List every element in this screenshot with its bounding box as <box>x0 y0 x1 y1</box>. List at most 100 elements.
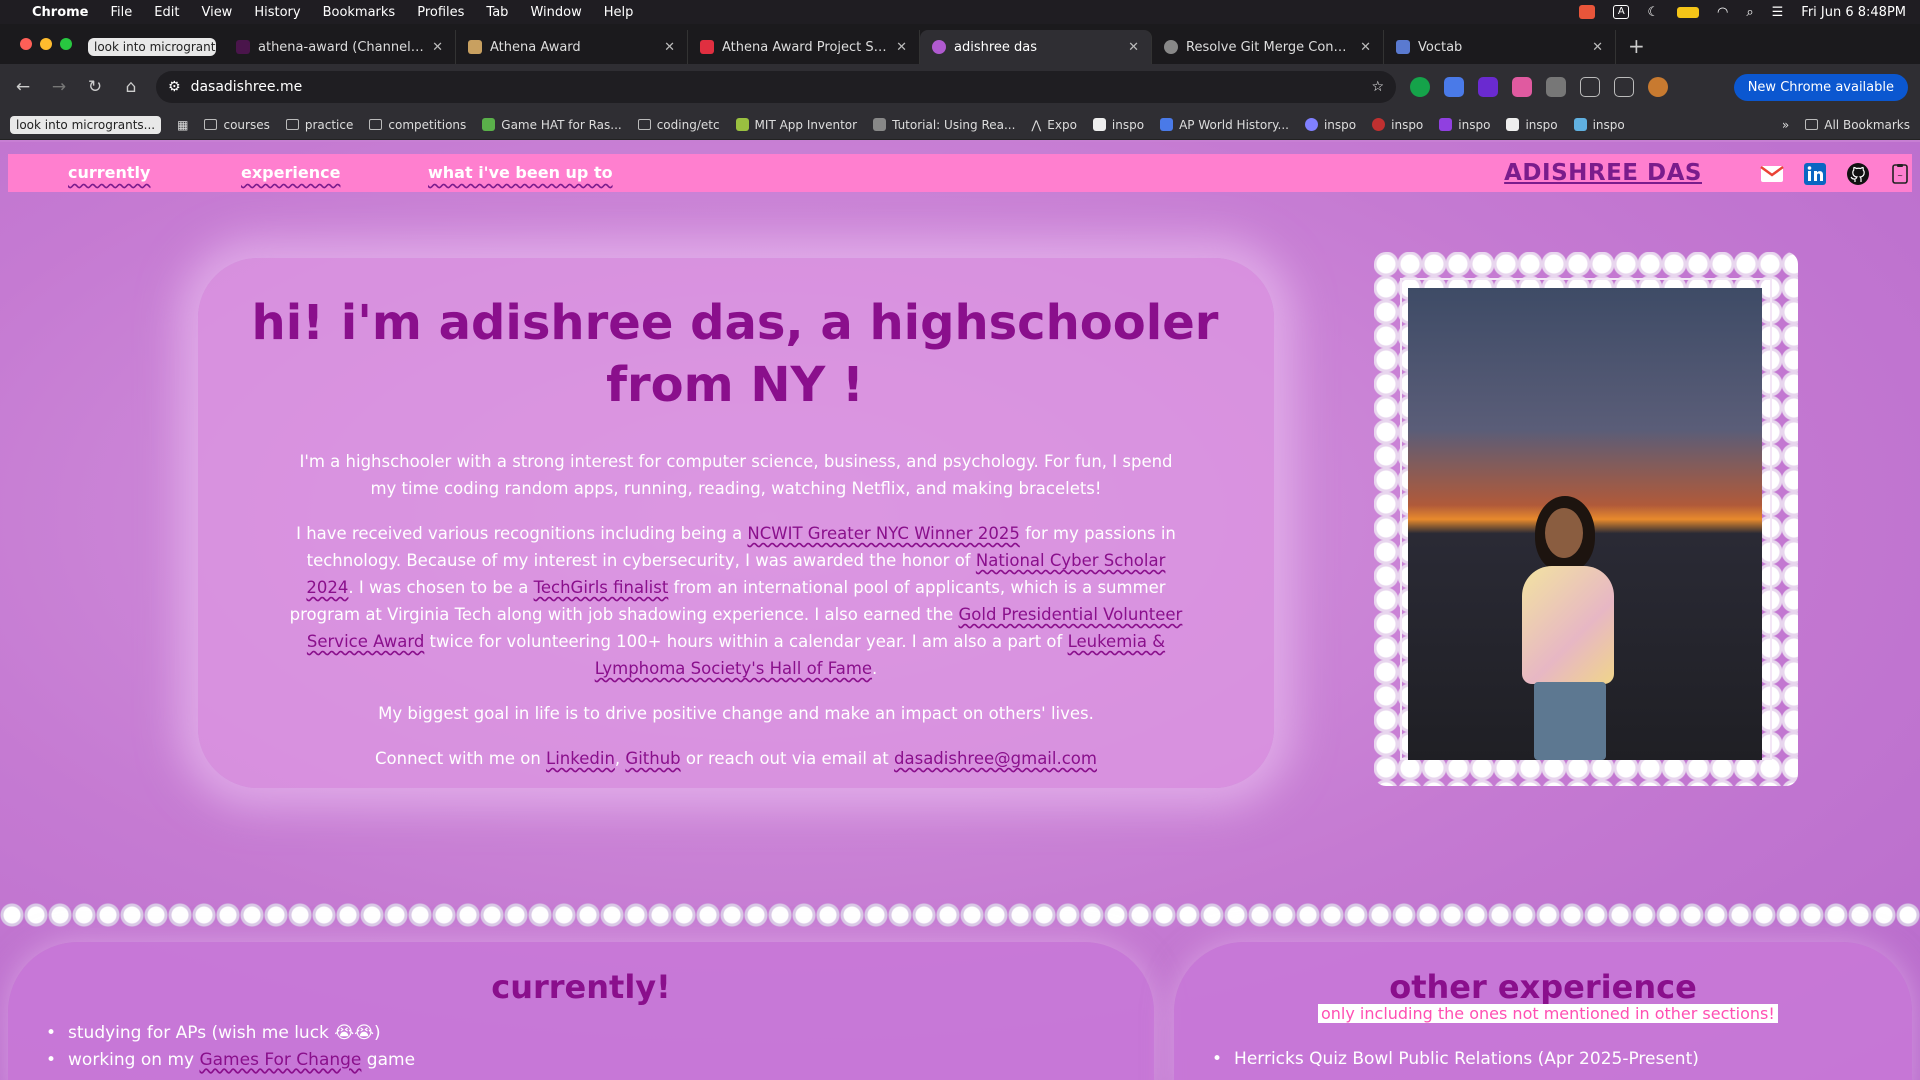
tab-adishree-das[interactable]: adishree das ✕ <box>920 30 1152 64</box>
flower-extension-icon[interactable] <box>1512 77 1532 97</box>
bookmark-label: All Bookmarks <box>1824 117 1910 132</box>
tab-athena-award[interactable]: Athena Award ✕ <box>456 30 688 64</box>
menu-app[interactable]: Chrome <box>32 5 89 20</box>
menu-view[interactable]: View <box>201 5 232 20</box>
bookmarks-right: » All Bookmarks <box>1782 118 1910 132</box>
tab-voctab[interactable]: Voctab ✕ <box>1384 30 1616 64</box>
browser-tab-strip: look into microgrants athena-award (Chan… <box>0 24 1920 64</box>
wix-icon <box>1506 118 1520 131</box>
nav-link-up-to[interactable]: what i've been up to <box>428 163 613 182</box>
gmail-icon[interactable] <box>1760 162 1784 186</box>
grammarly-extension-icon[interactable] <box>1410 77 1430 97</box>
new-tab-button[interactable]: + <box>1616 34 1657 64</box>
menu-edit[interactable]: Edit <box>154 5 179 20</box>
url-text[interactable]: dasadishree.me <box>191 79 1362 95</box>
close-tab-icon[interactable]: ✕ <box>1592 40 1603 55</box>
menu-help[interactable]: Help <box>604 5 634 20</box>
athena-icon <box>468 40 482 54</box>
home-icon[interactable]: ⌂ <box>120 77 142 97</box>
bookmark-folder-practice[interactable]: practice <box>285 118 353 132</box>
input-source-icon[interactable]: A <box>1613 5 1630 19</box>
back-icon[interactable]: ← <box>12 77 34 97</box>
bookmark-microgrants[interactable]: look into microgrants... <box>10 115 162 134</box>
address-bar[interactable]: ⚙ dasadishree.me ☆ <box>156 71 1396 103</box>
docs-icon <box>1160 118 1174 131</box>
bookmark-mit-app-inventor[interactable]: MIT App Inventor <box>735 118 857 132</box>
minimize-window-button[interactable] <box>40 38 52 50</box>
close-tab-icon[interactable]: ✕ <box>664 40 675 55</box>
github-icon[interactable] <box>1846 162 1870 186</box>
close-tab-icon[interactable]: ✕ <box>896 40 907 55</box>
record-icon[interactable] <box>1579 5 1596 19</box>
menu-bookmarks[interactable]: Bookmarks <box>323 5 396 20</box>
techgirls-link[interactable]: TechGirls finalist <box>534 578 669 597</box>
bookmark-inspo-5[interactable]: inspo <box>1506 118 1558 132</box>
tab-athena-submission[interactable]: Athena Award Project Submis ✕ <box>688 30 920 64</box>
nav-link-currently[interactable]: currently <box>68 163 150 182</box>
bookmark-ap-world[interactable]: AP World History... <box>1160 118 1289 132</box>
close-tab-icon[interactable]: ✕ <box>1128 40 1139 55</box>
k-extension-icon[interactable] <box>1478 77 1498 97</box>
reload-icon[interactable]: ↻ <box>84 77 106 97</box>
tab-group-pill[interactable]: look into microgrants <box>88 38 216 56</box>
folder-icon <box>369 119 383 130</box>
tab-label: Voctab <box>1418 39 1463 55</box>
translate-extension-icon[interactable] <box>1444 77 1464 97</box>
github-link[interactable]: Github <box>625 749 680 768</box>
tab-git-merge[interactable]: Resolve Git Merge Conflict ✕ <box>1152 30 1384 64</box>
email-link[interactable]: dasadishree@gmail.com <box>894 749 1097 768</box>
screen-search-icon[interactable] <box>1614 77 1634 97</box>
bookmark-game-hat[interactable]: Game HAT for Ras... <box>482 118 622 132</box>
nav-link-experience[interactable]: experience <box>241 163 340 182</box>
moon-icon[interactable]: ☾ <box>1647 5 1659 20</box>
control-center-icon[interactable]: ☰ <box>1772 5 1784 20</box>
tab-label: Athena Award <box>490 39 581 55</box>
zoom-window-button[interactable] <box>60 38 72 50</box>
bookmark-star-icon[interactable]: ☆ <box>1371 79 1384 95</box>
extension-icon[interactable] <box>1546 77 1566 97</box>
list-item: Herricks Quiz Bowl Public Relations (Apr… <box>1212 1046 1699 1073</box>
tab-athena-slack[interactable]: athena-award (Channel) - Ha ✕ <box>224 30 456 64</box>
more-bookmarks-button[interactable]: » <box>1782 118 1789 132</box>
bookmark-inspo-4[interactable]: inspo <box>1439 118 1490 132</box>
bookmark-inspo-1[interactable]: inspo <box>1092 118 1144 132</box>
linkedin-link[interactable]: Linkedin <box>546 749 615 768</box>
site-info-icon[interactable]: ⚙ <box>168 79 181 95</box>
menu-profiles[interactable]: Profiles <box>417 5 464 20</box>
bookmark-folder-courses[interactable]: courses <box>204 118 270 132</box>
search-icon[interactable]: ⌕ <box>1746 5 1753 20</box>
forward-icon[interactable]: → <box>48 77 70 97</box>
wifi-icon[interactable]: ◠ <box>1717 5 1728 20</box>
site-nav-bar: currently experience what i've been up t… <box>8 154 1912 192</box>
site-icon <box>735 118 749 131</box>
menu-window[interactable]: Window <box>530 5 581 20</box>
extensions-puzzle-icon[interactable] <box>1580 77 1600 97</box>
apps-grid-icon[interactable]: ▦ <box>177 118 188 132</box>
bookmark-folder-coding[interactable]: coding/etc <box>637 118 720 132</box>
devpost-icon[interactable]: ~ <box>1888 162 1912 186</box>
all-bookmarks-button[interactable]: All Bookmarks <box>1805 118 1910 132</box>
close-tab-icon[interactable]: ✕ <box>1360 40 1371 55</box>
new-chrome-available-button[interactable]: New Chrome available <box>1733 73 1908 101</box>
pearl-divider <box>0 902 1920 928</box>
clock-text[interactable]: Fri Jun 6 8:48PM <box>1801 5 1906 20</box>
bookmark-folder-competitions[interactable]: competitions <box>369 118 466 132</box>
ncwit-link[interactable]: NCWIT Greater NYC Winner 2025 <box>747 524 1019 543</box>
bookmark-expo[interactable]: ⋀ Expo <box>1031 118 1077 132</box>
menu-tab[interactable]: Tab <box>486 5 508 20</box>
bookmark-inspo-6[interactable]: inspo <box>1573 118 1625 132</box>
close-window-button[interactable] <box>20 38 32 50</box>
site-brand[interactable]: ADISHREE DAS <box>1504 160 1702 186</box>
linkedin-icon[interactable] <box>1803 162 1827 186</box>
close-tab-icon[interactable]: ✕ <box>432 40 443 55</box>
menu-history[interactable]: History <box>254 5 300 20</box>
text-span: I have received various recognitions inc… <box>296 524 748 543</box>
battery-icon[interactable] <box>1677 6 1699 18</box>
wix-icon <box>1092 118 1106 131</box>
bookmark-tutorial[interactable]: Tutorial: Using Rea... <box>873 118 1015 132</box>
games-for-change-link[interactable]: Games For Change <box>199 1050 361 1070</box>
profile-avatar[interactable] <box>1648 77 1668 97</box>
bookmark-inspo-3[interactable]: inspo <box>1372 118 1423 132</box>
bookmark-inspo-2[interactable]: inspo <box>1304 118 1356 132</box>
menu-file[interactable]: File <box>111 5 133 20</box>
